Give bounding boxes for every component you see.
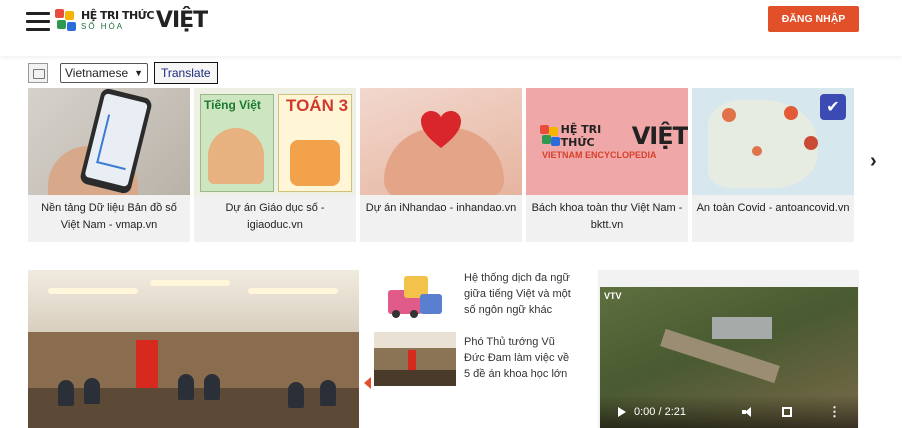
card-antoancovid[interactable]: ✔ An toàn Covid - antoancovid.vn — [692, 88, 854, 242]
card-caption: Nền tảng Dữ liệu Bản đồ số Việt Nam - vm… — [41, 202, 177, 231]
card-bktt[interactable]: HỆ TRI THỨC VIỆT VIETNAM ENCYCLOPEDIA Bá… — [526, 88, 688, 242]
news-title: Hệ thống dịch đa ngữ giữa tiếng Việt và … — [464, 272, 571, 316]
heart-icon — [421, 111, 461, 148]
menu-icon[interactable] — [26, 12, 50, 32]
translate-button[interactable]: Translate — [154, 62, 218, 84]
check-icon: ✔ — [820, 94, 846, 120]
login-button[interactable]: ĐĂNG NHẬP — [768, 6, 859, 32]
language-select-value: Vietnamese — [65, 66, 129, 80]
translation-illustration — [374, 268, 456, 322]
volume-icon[interactable] — [742, 406, 754, 417]
logo-mark-icon — [55, 8, 77, 33]
encyclopedia-logo-line1: HỆ TRI THỨC — [560, 123, 602, 149]
encyclopedia-logo-image: HỆ TRI THỨC VIỆT VIETNAM ENCYCLOPEDIA — [526, 88, 688, 195]
video-time: 0:00 / 2:21 — [634, 405, 686, 418]
logo-word: VIỆT — [155, 8, 208, 33]
card-caption: An toàn Covid - antoancovid.vn — [696, 202, 850, 214]
card-caption: Dự án Giáo dục số - igiaoduc.vn — [225, 202, 325, 231]
map-phone-image — [28, 88, 190, 195]
encyclopedia-logo-word: VIỆT — [631, 122, 688, 150]
card-igiaoduc[interactable]: Tiếng Việt TOÁN 3 Dự án Giáo dục số - ig… — [194, 88, 356, 242]
site-header: HỆ TRI THỨC SỐ HÓA VIỆT ĐĂNG NHẬP — [0, 0, 902, 56]
channel-logo: VTV — [604, 291, 622, 301]
translate-bar: Vietnamese ▼ Translate — [28, 62, 218, 84]
project-carousel: Nền tảng Dữ liệu Bản đồ số Việt Nam - vm… — [28, 88, 854, 242]
more-options-icon[interactable]: ⋮ — [828, 405, 841, 418]
featured-news-image[interactable] — [28, 270, 359, 428]
card-inhandao[interactable]: Dự án iNhandao - inhandao.vn — [360, 88, 522, 242]
textbooks-image: Tiếng Việt TOÁN 3 — [194, 88, 356, 195]
card-caption: Dự án iNhandao - inhandao.vn — [365, 202, 517, 214]
broken-image-icon — [28, 63, 48, 83]
card-caption: Bách khoa toàn thư Việt Nam - bktt.vn — [531, 202, 683, 231]
language-select[interactable]: Vietnamese ▼ — [60, 63, 148, 83]
heart-hands-image — [360, 88, 522, 195]
carousel-next-icon[interactable]: › — [870, 150, 877, 173]
news-item[interactable]: Phó Thủ tướng Vũ Đức Đam làm việc về 5 đ… — [374, 332, 584, 386]
play-icon[interactable] — [618, 406, 626, 417]
card-vmap[interactable]: Nền tảng Dữ liệu Bản đồ số Việt Nam - vm… — [28, 88, 190, 242]
video-controls: 0:00 / 2:21 ⋮ — [600, 395, 858, 428]
news-item[interactable]: Hệ thống dịch đa ngữ giữa tiếng Việt và … — [374, 268, 584, 322]
carousel-prev-icon[interactable] — [364, 377, 371, 389]
covid-map-image: ✔ — [692, 88, 854, 195]
news-title: Phó Thủ tướng Vũ Đức Đam làm việc về 5 đ… — [464, 336, 570, 380]
fullscreen-icon[interactable] — [782, 406, 792, 417]
news-list: Hệ thống dịch đa ngữ giữa tiếng Việt và … — [374, 268, 584, 396]
logo-line1: HỆ TRI THỨC — [81, 9, 154, 22]
chevron-down-icon: ▼ — [134, 68, 143, 78]
meeting-photo — [374, 332, 456, 386]
video-player[interactable]: VTV 0:00 / 2:21 ⋮ — [600, 287, 858, 428]
video-panel: VTV 0:00 / 2:21 ⋮ — [598, 270, 859, 428]
book1-title: Tiếng Việt — [204, 98, 261, 112]
site-logo[interactable]: HỆ TRI THỨC SỐ HÓA VIỆT — [55, 8, 208, 33]
encyclopedia-subtitle: VIETNAM ENCYCLOPEDIA — [542, 150, 657, 160]
logo-line2: SỐ HÓA — [81, 22, 125, 31]
book2-title: TOÁN 3 — [286, 96, 349, 115]
